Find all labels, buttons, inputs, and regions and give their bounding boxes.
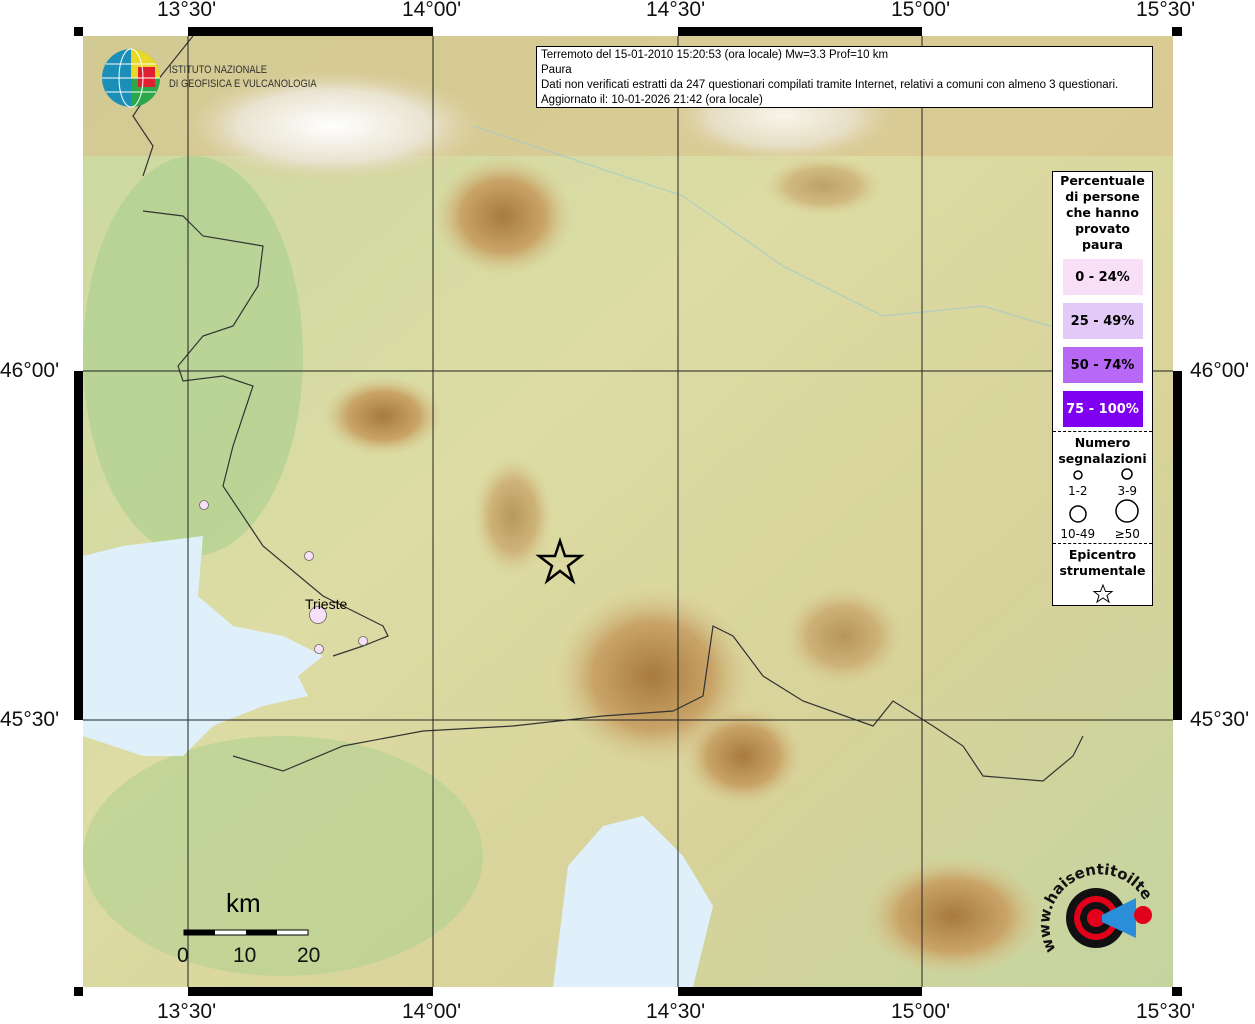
lon-tick-top: 14°30' [646, 0, 706, 21]
circle-size-icon [1069, 505, 1087, 523]
legend-class-0: 0 - 24% [1062, 259, 1143, 295]
hsit-logo[interactable]: www.haisentitoilterremoto.it [1028, 846, 1156, 980]
intensity-point [358, 636, 368, 646]
lat-tick-left: 45°30' [0, 708, 60, 731]
ingv-logo [100, 47, 162, 113]
lat-tick-right: 46°00' [1190, 359, 1250, 382]
scale-label: 10 [233, 944, 257, 967]
legend: Percentuale di persone che hanno provato… [1052, 171, 1153, 606]
lon-tick-bottom: 15°00' [891, 1000, 951, 1023]
circle-size-icon [1073, 470, 1083, 480]
lon-tick-top: 13°30' [157, 0, 217, 21]
circle-size-icon [1121, 468, 1133, 480]
scale-label: 20 [297, 944, 321, 967]
lat-tick-left: 46°00' [0, 359, 60, 382]
place-label-trieste: Trieste [305, 596, 348, 612]
event-info-box: Terremoto del 15-01-2010 15:20:53 (ora l… [536, 46, 1153, 108]
count-title: Numero segnalazioni [1058, 435, 1147, 466]
lon-tick-top: 14°00' [402, 0, 462, 21]
epicenter-title: Epicentro strumentale [1059, 547, 1146, 578]
intensity-point [314, 644, 324, 654]
target-megaphone-icon: www.haisentitoilterremoto.it [1028, 846, 1156, 955]
star-icon [1092, 583, 1113, 604]
lat-tick-right: 45°30' [1190, 708, 1250, 731]
circle-size-icon [1115, 499, 1139, 523]
ingv-logo-text: ISTITUTO NAZIONALE DI GEOFISICA E VULCANO… [169, 64, 317, 90]
scale-bar [183, 929, 309, 936]
intensity-point [199, 500, 209, 510]
legend-class-2: 50 - 74% [1062, 347, 1143, 383]
lon-tick-top: 15°00' [891, 0, 951, 21]
scale-unit: km [226, 888, 261, 918]
data-note: Dati non verificati estratti da 247 ques… [541, 79, 1119, 91]
intensity-point [304, 551, 314, 561]
legend-class-1: 25 - 49% [1062, 303, 1143, 339]
lon-tick-top: 15°30' [1136, 0, 1196, 21]
globe-icon [102, 48, 160, 108]
updated-date: Aggiornato il: 10-01-2026 21:42 (ora loc… [541, 94, 763, 106]
lon-tick-bottom: 14°00' [402, 1000, 462, 1023]
event-title: Terremoto del 15-01-2010 15:20:53 (ora l… [541, 49, 889, 61]
lon-tick-bottom: 14°30' [646, 1000, 706, 1023]
legend-title: Percentuale di persone che hanno provato… [1060, 173, 1145, 252]
scale-label: 0 [177, 944, 189, 967]
relief-map[interactable] [83, 35, 1173, 987]
lon-tick-bottom: 13°30' [157, 1000, 217, 1023]
lon-tick-bottom: 15°30' [1136, 1000, 1196, 1023]
legend-class-3: 75 - 100% [1062, 391, 1143, 427]
map-type: Paura [541, 64, 572, 76]
